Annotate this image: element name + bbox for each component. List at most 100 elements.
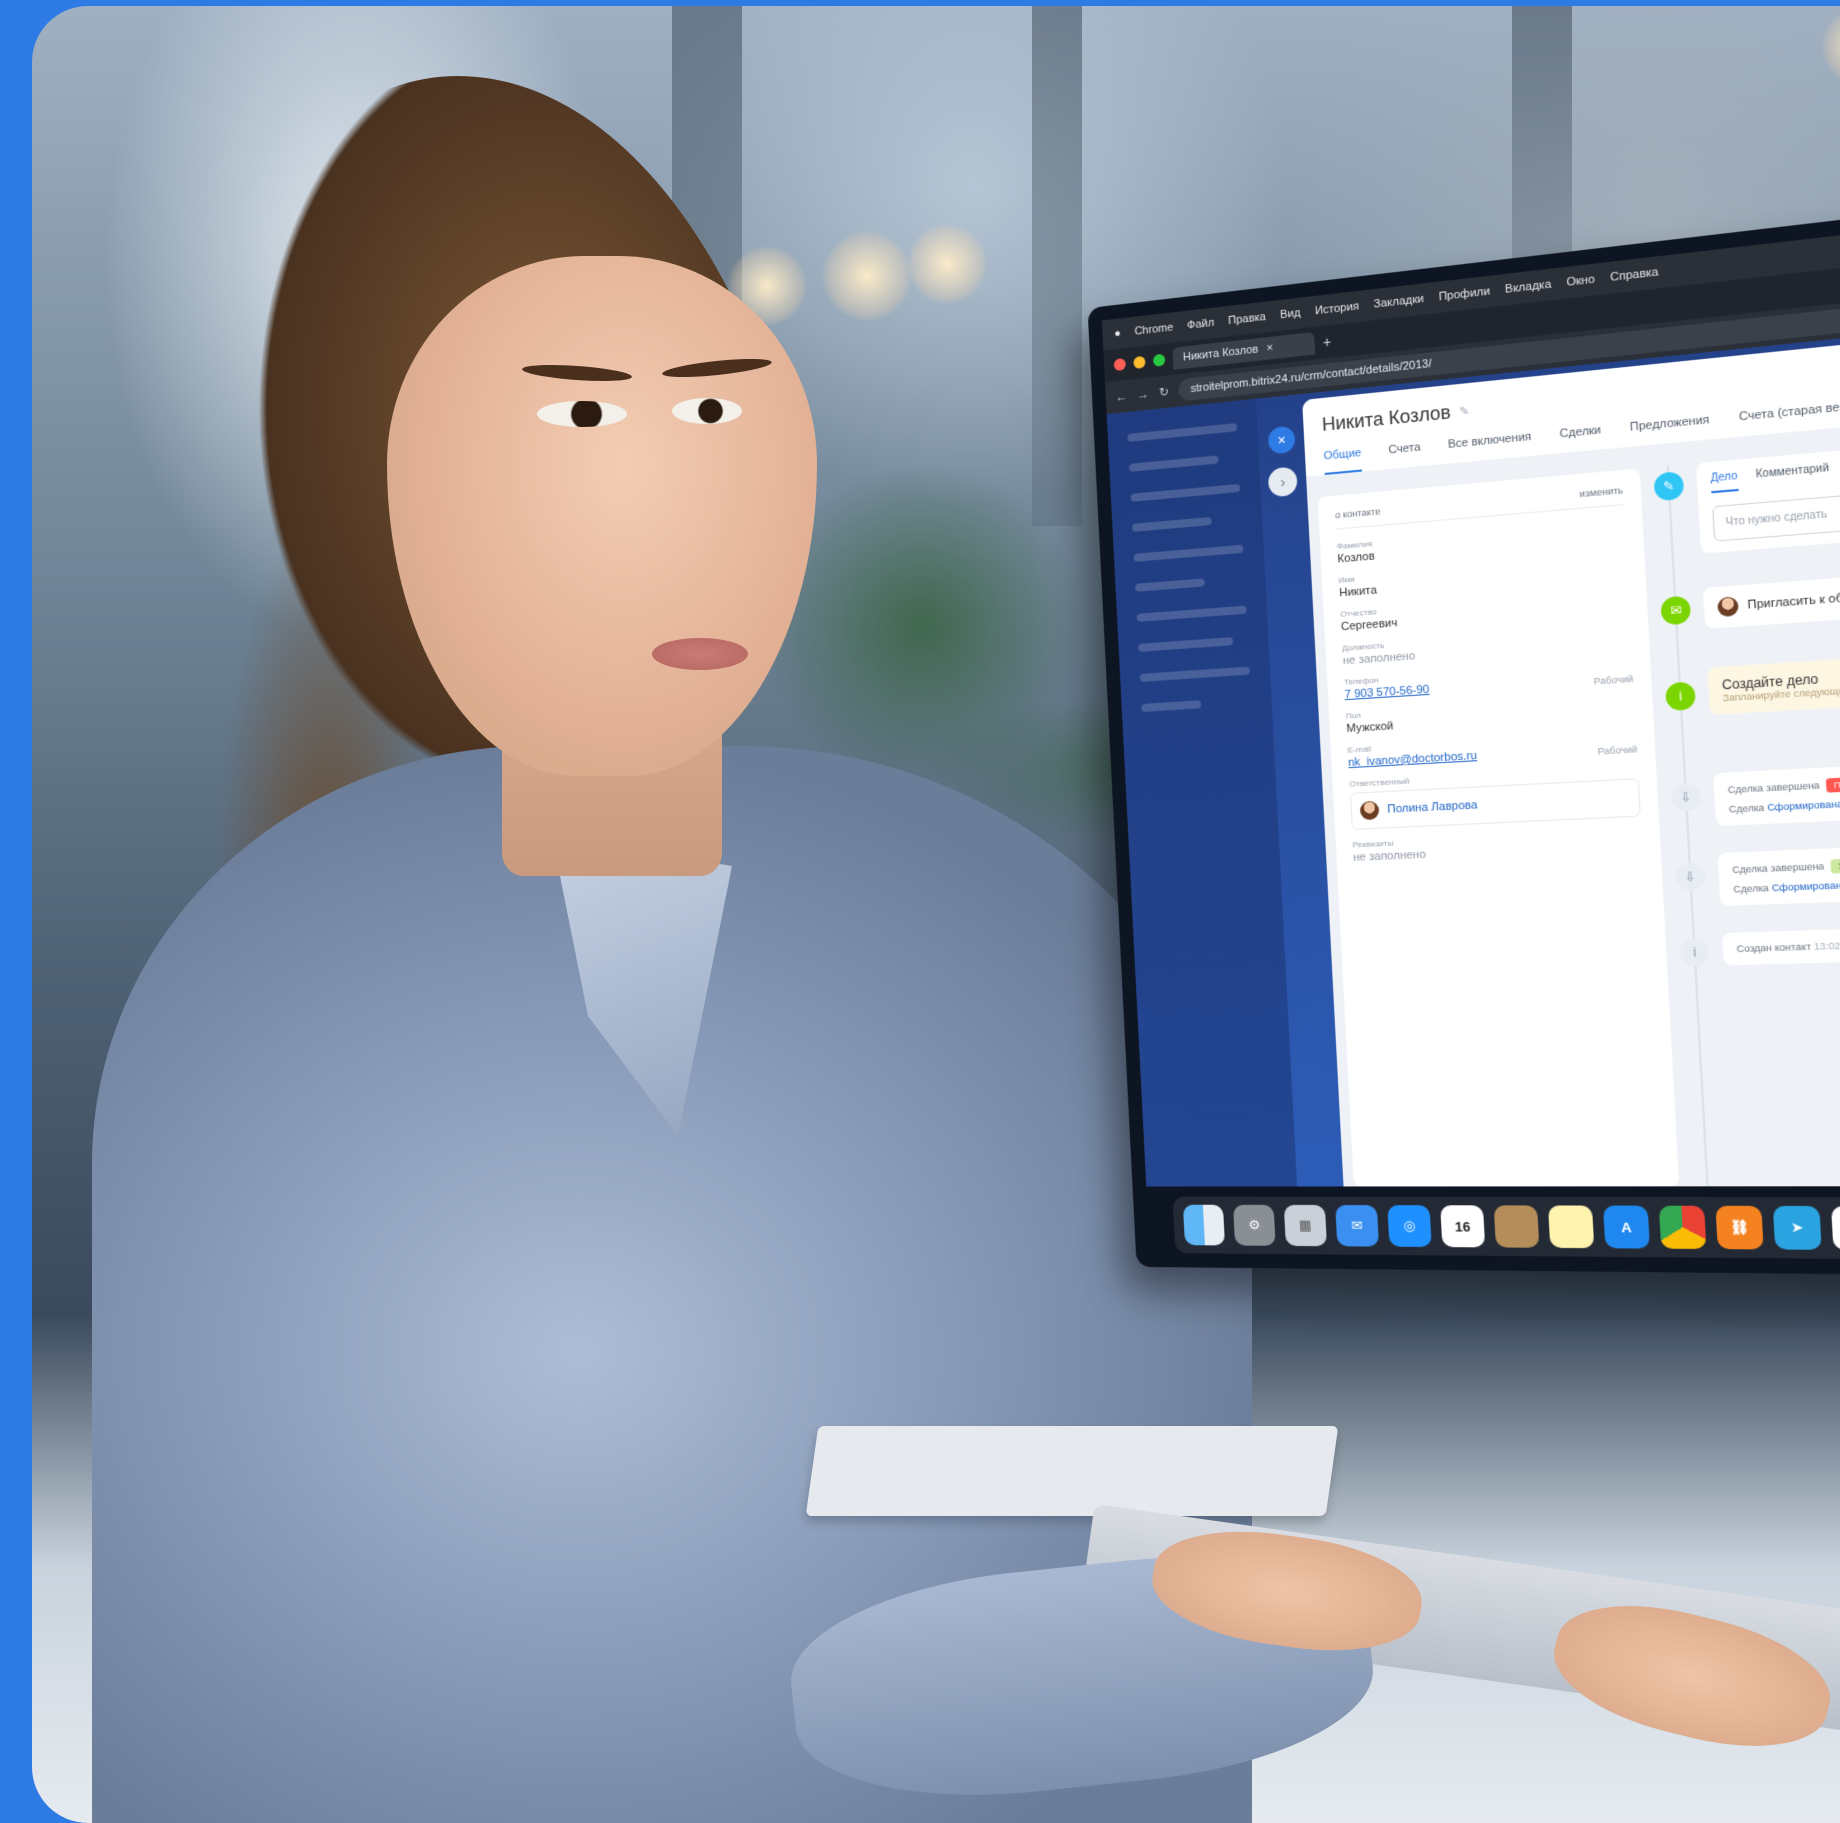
- contacts-icon[interactable]: [1494, 1205, 1540, 1247]
- menu-item[interactable]: Chrome: [1134, 321, 1173, 337]
- menu-item[interactable]: Окно: [1566, 273, 1595, 289]
- menu-item[interactable]: Закладки: [1373, 293, 1424, 311]
- avatar: [1717, 596, 1739, 617]
- right-eye: [672, 398, 742, 424]
- telegram-icon[interactable]: ➤: [1773, 1206, 1822, 1250]
- safari-icon[interactable]: ◎: [1387, 1205, 1431, 1247]
- menu-item[interactable]: Профили: [1438, 285, 1490, 303]
- notes-icon[interactable]: [1548, 1205, 1594, 1248]
- menu-placeholder[interactable]: [1137, 606, 1247, 622]
- launchpad-icon[interactable]: ▦: [1284, 1205, 1327, 1246]
- bokeh-light: [1822, 6, 1840, 86]
- deal-link[interactable]: Сформирована запись: [1771, 878, 1840, 893]
- reload-icon[interactable]: ↻: [1158, 384, 1169, 399]
- tab-old-invoices[interactable]: Счета (старая версия): [1739, 398, 1840, 437]
- close-window-icon[interactable]: [1114, 358, 1126, 371]
- status-badge: Пациент не п: [1826, 775, 1840, 793]
- finder-icon[interactable]: [1183, 1205, 1225, 1246]
- field-requisites: Реквизиты не заполнено: [1352, 827, 1642, 864]
- app-store-icon[interactable]: A: [1603, 1206, 1650, 1249]
- status-badge: Услуга оказа: [1831, 857, 1840, 874]
- photo-frame: ● Chrome Файл Правка Вид История Закладк…: [32, 6, 1840, 1823]
- field-gender: Пол Мужской: [1346, 694, 1636, 735]
- contact-card: Никита Козлов ✎ Общие Счета Все включени…: [1302, 320, 1840, 1186]
- settings-icon[interactable]: ⚙: [1233, 1205, 1276, 1246]
- section-title: о контакте: [1335, 506, 1381, 520]
- email-type: Рабочий: [1597, 744, 1637, 757]
- woman-lips: [652, 638, 748, 670]
- event-title: Сделка завершена: [1732, 861, 1824, 875]
- menu-item[interactable]: Вкладка: [1505, 278, 1552, 296]
- menu-placeholder[interactable]: [1129, 455, 1219, 472]
- create-activity-card[interactable]: Создайте дело Запланируйте следующий: [1707, 641, 1840, 715]
- field-responsible: Ответственный Полина Лаврова: [1349, 764, 1641, 830]
- menu-item[interactable]: Правка: [1228, 311, 1266, 327]
- field-email: E-mail nk_ivanov@doctorbos.ru Рабочий: [1347, 729, 1637, 769]
- menu-placeholder[interactable]: [1140, 666, 1250, 682]
- responsible-name[interactable]: Полина Лаврова: [1387, 799, 1478, 816]
- event-time: 13:02: [1814, 940, 1840, 952]
- menu-placeholder[interactable]: [1133, 545, 1243, 562]
- menu-placeholder[interactable]: [1135, 578, 1205, 592]
- menu-item[interactable]: История: [1315, 300, 1360, 317]
- maximize-window-icon[interactable]: [1153, 354, 1165, 367]
- event-prefix: Сделка: [1733, 883, 1769, 895]
- desk-papers: [806, 1426, 1339, 1516]
- menu-item[interactable]: Справка: [1610, 266, 1659, 284]
- tab-activity[interactable]: Дело: [1710, 471, 1738, 494]
- deal-event-card: Сделка завершена Услуга оказа Сделка Сфор…: [1718, 836, 1840, 906]
- window-mullion: [1032, 6, 1082, 526]
- deal-icon: ⇩: [1671, 783, 1702, 812]
- calendar-app-icon[interactable]: 31: [1831, 1206, 1840, 1250]
- tab-comment[interactable]: Комментарий: [1755, 462, 1829, 489]
- invite-card[interactable]: Пригласить к обсужде: [1703, 557, 1840, 629]
- minimize-window-icon[interactable]: [1133, 356, 1145, 369]
- field-phone: Телефон 7 903 570-56-90 Рабочий: [1344, 659, 1634, 702]
- forward-icon[interactable]: →: [1137, 387, 1150, 402]
- tab-title: Никита Козлов: [1183, 343, 1259, 363]
- menu-item[interactable]: Файл: [1187, 317, 1215, 332]
- phone-type: Рабочий: [1594, 674, 1634, 687]
- contact-created-icon: i: [1679, 938, 1710, 967]
- bitrix-icon[interactable]: ⛓: [1715, 1206, 1763, 1250]
- bokeh-light: [822, 231, 912, 321]
- calendar-icon[interactable]: 16: [1440, 1205, 1485, 1247]
- activity-icon: ✎: [1654, 471, 1685, 501]
- crm-app: × › Никита Козлов ✎ Общие Счета Все вклю…: [1107, 313, 1840, 1186]
- event-prefix: Сделка: [1729, 802, 1765, 814]
- tab-general[interactable]: Общие: [1323, 447, 1362, 475]
- invite-text: Пригласить к обсужде: [1747, 589, 1840, 612]
- apple-icon[interactable]: ●: [1114, 327, 1121, 340]
- mail-icon[interactable]: ✉: [1335, 1205, 1379, 1247]
- tab-offers[interactable]: Предложения: [1630, 414, 1711, 447]
- macos-dock: ⚙ ▦ ✉ ◎ 16 A ⛓ ➤ 31 zoom W X: [1173, 1197, 1840, 1262]
- bokeh-light: [907, 224, 987, 304]
- info-icon: i: [1665, 681, 1696, 711]
- deal-event-card: Сделка завершена Пациент не п Сделка Сфор…: [1713, 752, 1840, 826]
- menu-placeholder[interactable]: [1130, 484, 1240, 502]
- tab-deals[interactable]: Сделки: [1559, 424, 1602, 453]
- menu-placeholder[interactable]: [1141, 700, 1201, 712]
- menu-placeholder[interactable]: [1132, 517, 1212, 532]
- tab-invoices[interactable]: Счета: [1388, 441, 1421, 469]
- tab-close-icon[interactable]: ×: [1266, 342, 1273, 355]
- deal-link[interactable]: Сформирована запись: [1767, 797, 1840, 813]
- monitor-screen: ● Chrome Файл Правка Вид История Закладк…: [1102, 208, 1840, 1187]
- menu-placeholder[interactable]: [1138, 637, 1233, 652]
- menu-item[interactable]: Вид: [1280, 307, 1301, 322]
- contact-title: Никита Козлов: [1321, 402, 1451, 436]
- edit-name-icon[interactable]: ✎: [1459, 404, 1470, 419]
- back-icon[interactable]: ←: [1115, 389, 1127, 404]
- tab-inclusions[interactable]: Все включения: [1448, 431, 1533, 464]
- chrome-icon[interactable]: [1659, 1206, 1707, 1249]
- activity-editor: Дело Комментарий Что нужно сделать: [1696, 426, 1840, 554]
- left-eye: [537, 401, 627, 427]
- close-slider-icon[interactable]: ×: [1268, 425, 1296, 454]
- edit-section-link[interactable]: изменить: [1579, 485, 1623, 499]
- collapse-icon[interactable]: ›: [1268, 466, 1298, 497]
- new-tab-icon[interactable]: +: [1322, 333, 1331, 350]
- deal-icon: ⇩: [1675, 862, 1706, 891]
- woman-face: [387, 256, 817, 776]
- contact-details: о контакте изменить Фамилия Козлов Имя Н…: [1318, 468, 1680, 1186]
- menu-placeholder[interactable]: [1127, 423, 1237, 442]
